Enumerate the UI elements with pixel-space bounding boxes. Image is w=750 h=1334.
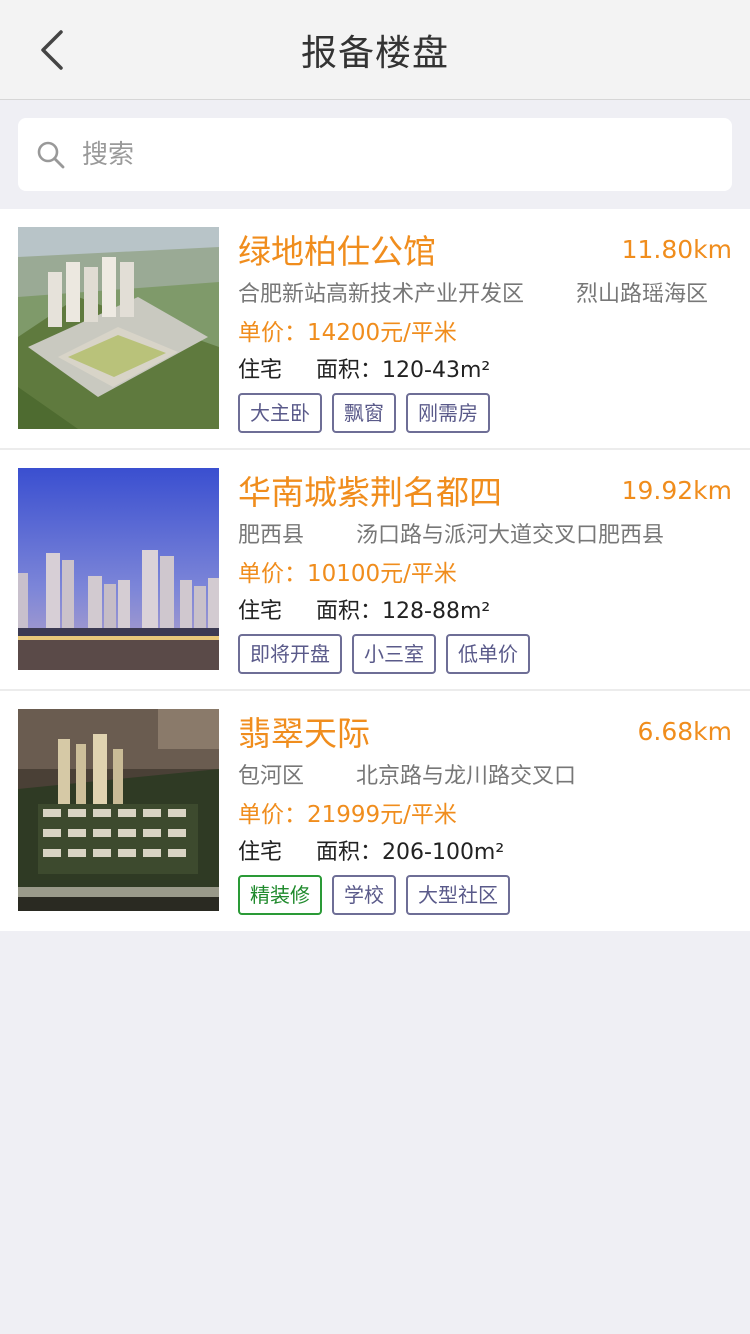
property-district: 肥西县 [238, 523, 305, 548]
property-tag: 大型社区 [406, 875, 510, 915]
property-type: 住宅 [238, 840, 283, 865]
property-price: 单价：14200元/平米 [238, 320, 457, 346]
property-item[interactable]: 绿地柏仕公馆 11.80km 合肥新站高新技术产业开发区 烈山路瑶海区 单价：14… [0, 209, 750, 450]
property-area: 面积：120-43m² [316, 358, 491, 383]
navigation-bar: 报备楼盘 [0, 0, 750, 100]
property-type: 住宅 [238, 599, 283, 624]
property-price: 单价：21999元/平米 [238, 802, 457, 828]
property-price: 单价：10100元/平米 [238, 561, 457, 587]
back-button[interactable] [22, 20, 82, 80]
property-tags: 大主卧 飘窗 刚需房 [238, 393, 750, 433]
property-list: 绿地柏仕公馆 11.80km 合肥新站高新技术产业开发区 烈山路瑶海区 单价：14… [0, 209, 750, 931]
property-district: 包河区 [238, 764, 305, 789]
property-distance: 6.68km [637, 717, 733, 746]
property-info: 绿地柏仕公馆 11.80km 合肥新站高新技术产业开发区 烈山路瑶海区 单价：14… [219, 227, 750, 448]
property-meta: 住宅 面积：128-88m² [238, 595, 750, 629]
property-image [18, 227, 219, 429]
search-section [0, 100, 750, 209]
property-road: 北京路与龙川路交叉口 [356, 764, 577, 789]
chevron-left-icon [41, 30, 63, 70]
property-tag: 飘窗 [332, 393, 396, 433]
property-district: 合肥新站高新技术产业开发区 [238, 282, 525, 307]
property-tag: 精装修 [238, 875, 322, 915]
property-tag: 小三室 [352, 634, 436, 674]
property-image [18, 468, 219, 670]
property-area: 面积：206-100m² [316, 840, 505, 865]
property-tags: 精装修 学校 大型社区 [238, 875, 750, 915]
property-address: 包河区 北京路与龙川路交叉口 [238, 760, 750, 794]
property-meta: 住宅 面积：206-100m² [238, 836, 750, 870]
property-tag: 学校 [332, 875, 396, 915]
property-address: 合肥新站高新技术产业开发区 烈山路瑶海区 [238, 278, 750, 312]
property-road: 烈山路瑶海区 [576, 282, 709, 307]
property-address: 肥西县 汤口路与派河大道交叉口肥西县 [238, 519, 750, 553]
property-area: 面积：128-88m² [316, 599, 491, 624]
property-item[interactable]: 翡翠天际 6.68km 包河区 北京路与龙川路交叉口 单价：21999元/平米 住… [0, 691, 750, 931]
property-tags: 即将开盘 小三室 低单价 [238, 634, 750, 674]
property-tag: 刚需房 [406, 393, 490, 433]
search-icon [36, 140, 66, 170]
property-tag: 大主卧 [238, 393, 322, 433]
property-tag: 即将开盘 [238, 634, 342, 674]
property-item[interactable]: 华南城紫荆名都四 19.92km 肥西县 汤口路与派河大道交叉口肥西县 单价：10… [0, 450, 750, 691]
app-root: 报备楼盘 搜索 绿地柏仕公馆 11.80km 合肥新站高新技术产业开发区 烈山路… [0, 0, 750, 1334]
search-bar[interactable] [18, 118, 732, 191]
page-title: 报备楼盘 [300, 32, 449, 74]
property-image [18, 709, 219, 911]
property-type: 住宅 [238, 358, 283, 383]
property-distance: 19.92km [621, 476, 732, 505]
property-info: 华南城紫荆名都四 19.92km 肥西县 汤口路与派河大道交叉口肥西县 单价：10… [219, 468, 750, 689]
property-meta: 住宅 面积：120-43m² [238, 354, 750, 388]
property-info: 翡翠天际 6.68km 包河区 北京路与龙川路交叉口 单价：21999元/平米 住… [219, 709, 750, 931]
property-tag: 低单价 [446, 634, 530, 674]
property-distance: 11.80km [621, 235, 732, 264]
property-road: 汤口路与派河大道交叉口肥西县 [356, 523, 665, 548]
search-input[interactable] [82, 139, 682, 170]
